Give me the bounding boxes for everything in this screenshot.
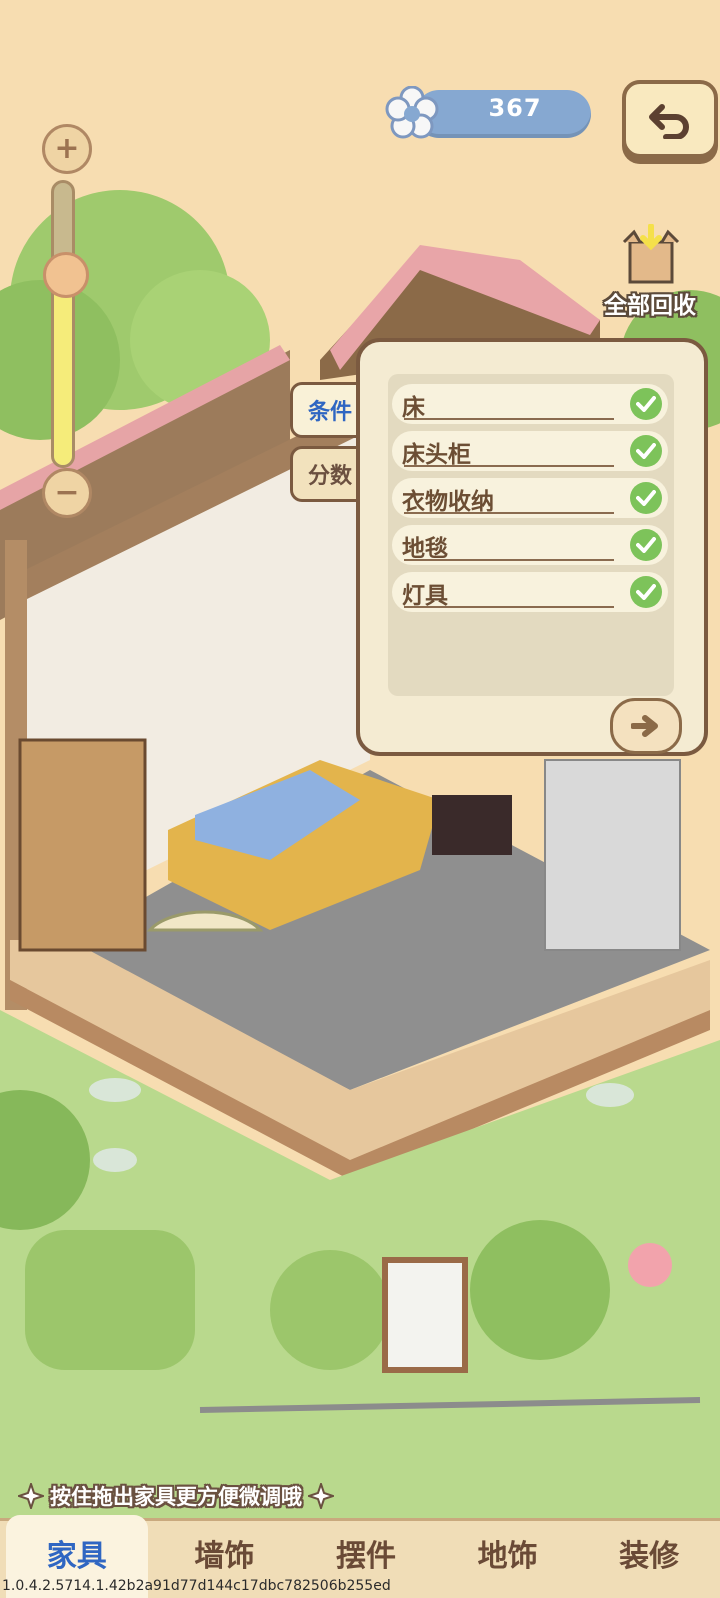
condition-item: 床 [392, 384, 668, 424]
condition-label: 床 [402, 395, 425, 421]
condition-label: 灯具 [402, 583, 448, 609]
conditions-panel: 床 床头柜 衣物收纳 地毯 灯具 [356, 338, 708, 756]
version-label: 1.0.4.2.5714.1.42b2a91d77d144c17dbc78250… [2, 1578, 391, 1594]
zoom-handle[interactable] [43, 252, 89, 298]
condition-item: 衣物收纳 [392, 478, 668, 518]
flower-icon [385, 86, 439, 139]
next-button[interactable] [610, 698, 682, 754]
back-button[interactable] [622, 80, 718, 158]
box-icon [622, 224, 680, 284]
currency-counter: 367 [385, 86, 591, 140]
conditions-list: 床 床头柜 衣物收纳 地毯 灯具 [388, 374, 674, 696]
undo-arrow-icon [649, 104, 689, 139]
recycle-all-label: 全部回收 [604, 293, 696, 319]
zoom-fill [54, 278, 72, 465]
sparkle-icon [18, 1483, 44, 1509]
check-icon [630, 388, 662, 420]
check-icon [630, 576, 662, 608]
recycle-all-button[interactable]: 全部回收 [590, 224, 710, 320]
tab-floor-decor[interactable]: 地饰 [437, 1521, 579, 1598]
condition-item: 灯具 [392, 572, 668, 612]
zoom-track[interactable] [51, 180, 75, 468]
condition-item: 地毯 [392, 525, 668, 565]
currency-value: 367 [488, 94, 542, 122]
condition-label: 床头柜 [402, 442, 471, 468]
condition-label: 地毯 [402, 536, 448, 562]
zoom-in-button[interactable]: + [42, 124, 92, 174]
zoom-out-button[interactable]: − [42, 468, 92, 518]
sparkle-icon [308, 1483, 334, 1509]
check-icon [630, 435, 662, 467]
check-icon [630, 529, 662, 561]
condition-item: 床头柜 [392, 431, 668, 471]
hint-text: 按住拖出家具更方便微调哦 [50, 1485, 302, 1509]
check-icon [630, 482, 662, 514]
zoom-slider[interactable]: + − [40, 124, 92, 524]
arrow-right-icon [631, 715, 658, 737]
game-scene: 367 + − 全部回收 条件 分数 床 床头柜 衣物收纳 地毯 灯具 按住拖出… [0, 0, 720, 1598]
tab-renovation[interactable]: 装修 [578, 1521, 720, 1598]
condition-label: 衣物收纳 [402, 489, 494, 515]
hint-banner: 按住拖出家具更方便微调哦 [18, 1480, 334, 1512]
